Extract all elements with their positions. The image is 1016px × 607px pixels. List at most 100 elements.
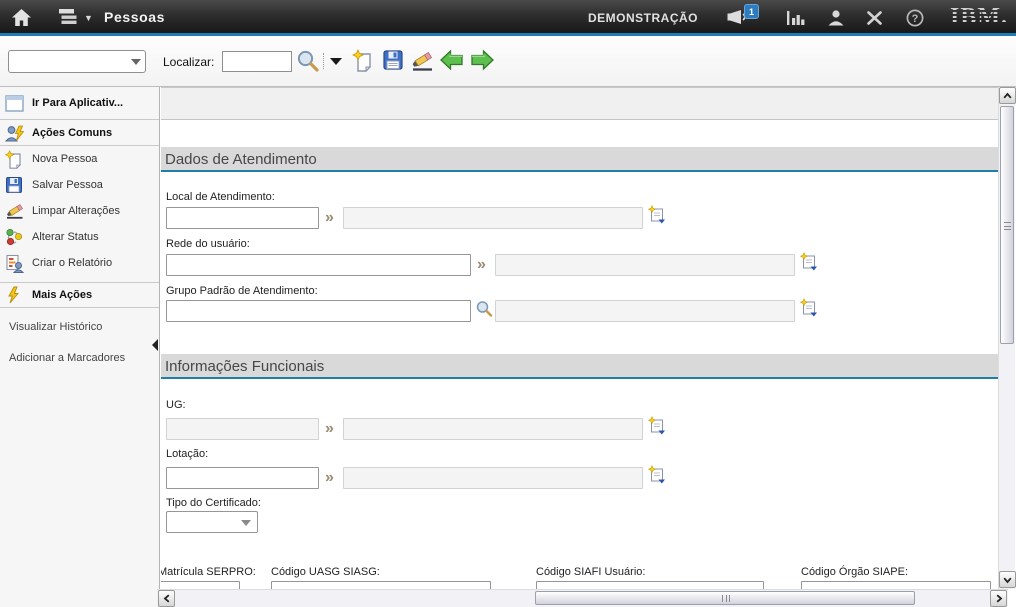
main-content: Dados de Atendimento Local de Atendiment… [161, 87, 998, 589]
clear-changes-icon[interactable] [410, 49, 434, 73]
detail-chevron-icon[interactable]: » [325, 468, 334, 488]
horizontal-scrollbar-thumb[interactable] [535, 591, 915, 605]
scroll-right-button[interactable] [990, 590, 1007, 607]
sidebar-section-title: Mais Ações [31, 289, 92, 301]
sidebar-item-adicionar-marcadores[interactable]: Adicionar a Marcadores [0, 345, 159, 370]
horizontal-scrollbar[interactable] [157, 589, 1008, 607]
status-circles-icon [5, 228, 31, 246]
sidebar-item-label: Salvar Pessoa [31, 179, 103, 191]
sidebar-section-common-actions[interactable]: Ações Comuns [0, 120, 159, 146]
field-label: Código UASG SIASG: [271, 566, 380, 578]
home-icon[interactable] [11, 8, 32, 30]
vertical-scrollbar-thumb[interactable] [1000, 106, 1014, 344]
rede-do-usuario-input[interactable] [166, 254, 471, 276]
toolbar-separator [323, 53, 324, 69]
report-chart-icon[interactable] [786, 10, 806, 29]
codigo-siafi-usuario-input[interactable] [536, 581, 764, 589]
detail-chevron-icon[interactable]: » [325, 419, 334, 439]
tipo-certificado-select[interactable] [166, 511, 258, 533]
top-bar: ▼ Pessoas DEMONSTRAÇÃO 1 ? IBM. [0, 0, 1016, 36]
local-de-atendimento-input[interactable] [166, 207, 319, 229]
close-session-icon[interactable] [866, 10, 883, 29]
sidebar-item-salvar-pessoa[interactable]: Salvar Pessoa [0, 172, 159, 198]
find-input[interactable] [222, 51, 292, 72]
lotacao-input[interactable] [166, 467, 319, 489]
record-selector-combobox[interactable] [8, 50, 146, 73]
local-de-atendimento-description [343, 207, 643, 229]
scroll-up-button[interactable] [999, 87, 1016, 104]
lotacao-description [343, 467, 643, 489]
ug-input [166, 418, 319, 440]
sidebar-item-label: Criar o Relatório [31, 257, 112, 269]
scrollbar-grip [1004, 222, 1011, 230]
grupo-padrao-atendimento-input[interactable] [166, 300, 471, 322]
section-header-informacoes-funcionais: Informações Funcionais [161, 354, 998, 379]
field-label: Local de Atendimento: [166, 191, 275, 203]
sidebar-section-more-actions[interactable]: Mais Ações [0, 282, 159, 308]
app-switcher-caret-icon[interactable]: ▼ [84, 13, 93, 23]
vertical-scrollbar[interactable] [998, 87, 1015, 589]
field-label: Código Órgão SIAPE: [801, 566, 908, 578]
field-label: Matrícula SERPRO: [161, 566, 256, 578]
field-label: Tipo do Certificado: [166, 497, 261, 509]
sidebar-item-label: Limpar Alterações [31, 205, 120, 217]
field-label: UG: [166, 399, 186, 411]
scroll-left-button[interactable] [158, 590, 175, 607]
sidebar-collapse-icon[interactable] [151, 337, 160, 353]
field-label: Grupo Padrão de Atendimento: [166, 285, 318, 297]
sidebar-item-label: Nova Pessoa [31, 153, 97, 165]
grupo-padrao-atendimento-description [495, 300, 795, 322]
save-disk-icon [5, 176, 31, 194]
application-window: { "header": { "title": "Pessoas", "envir… [0, 0, 1016, 607]
field-label: Lotação: [166, 448, 208, 460]
detail-menu-icon[interactable] [800, 252, 818, 272]
section-title: Dados de Atendimento [165, 151, 317, 168]
find-label: Localizar: [163, 55, 214, 69]
scrollbar-grip [722, 595, 730, 602]
sidebar: Ir Para Aplicativ... Ações Comuns Nova P… [0, 87, 160, 607]
svg-text:?: ? [912, 13, 919, 25]
sidebar-section-title: Ações Comuns [31, 127, 112, 139]
profile-person-icon[interactable] [827, 9, 845, 29]
new-record-icon[interactable] [352, 49, 376, 73]
codigo-uasg-siasg-input[interactable] [271, 581, 491, 589]
report-person-icon [5, 254, 31, 273]
select-caret-icon [241, 520, 251, 526]
codigo-orgao-siape-input[interactable] [801, 581, 991, 589]
previous-record-icon[interactable] [440, 49, 464, 73]
sidebar-item-criar-relatorio[interactable]: Criar o Relatório [0, 250, 159, 276]
toolbar: Localizar: [0, 36, 1016, 87]
pencil-eraser-icon [5, 202, 31, 220]
sidebar-item-visualizar-historico[interactable]: Visualizar Histórico [0, 314, 159, 339]
sidebar-item-limpar-alteracoes[interactable]: Limpar Alterações [0, 198, 159, 224]
rede-do-usuario-description [495, 254, 795, 276]
detail-chevron-icon[interactable]: » [325, 208, 334, 228]
search-icon[interactable] [296, 49, 320, 73]
scroll-down-button[interactable] [999, 571, 1016, 588]
detail-menu-icon[interactable] [648, 205, 666, 225]
record-header-strip [161, 88, 998, 120]
sidebar-item-nova-pessoa[interactable]: Nova Pessoa [0, 146, 159, 172]
save-icon[interactable] [382, 49, 406, 73]
sidebar-item-alterar-status[interactable]: Alterar Status [0, 224, 159, 250]
detail-menu-icon[interactable] [648, 465, 666, 485]
detail-menu-icon[interactable] [648, 416, 666, 436]
app-switcher-icon[interactable] [58, 8, 80, 29]
field-label: Rede do usuário: [166, 238, 250, 250]
select-value-magnifier-icon[interactable] [475, 299, 493, 319]
sidebar-item-go-to-applications[interactable]: Ir Para Aplicativ... [0, 87, 159, 120]
next-record-icon[interactable] [470, 49, 494, 73]
field-label: Código SIAFI Usuário: [536, 566, 645, 578]
new-document-icon [5, 150, 31, 169]
help-icon[interactable]: ? [906, 9, 924, 30]
lightning-icon [5, 286, 31, 304]
page-title: Pessoas [104, 9, 165, 25]
ug-description [343, 418, 643, 440]
window-icon [5, 95, 31, 112]
detail-menu-icon[interactable] [800, 298, 818, 318]
detail-chevron-icon[interactable]: » [477, 255, 486, 275]
person-lightning-icon [5, 124, 31, 142]
search-options-caret-icon[interactable] [330, 58, 342, 65]
matricula-serpro-input[interactable] [161, 581, 240, 589]
sidebar-item-label: Adicionar a Marcadores [8, 352, 125, 364]
